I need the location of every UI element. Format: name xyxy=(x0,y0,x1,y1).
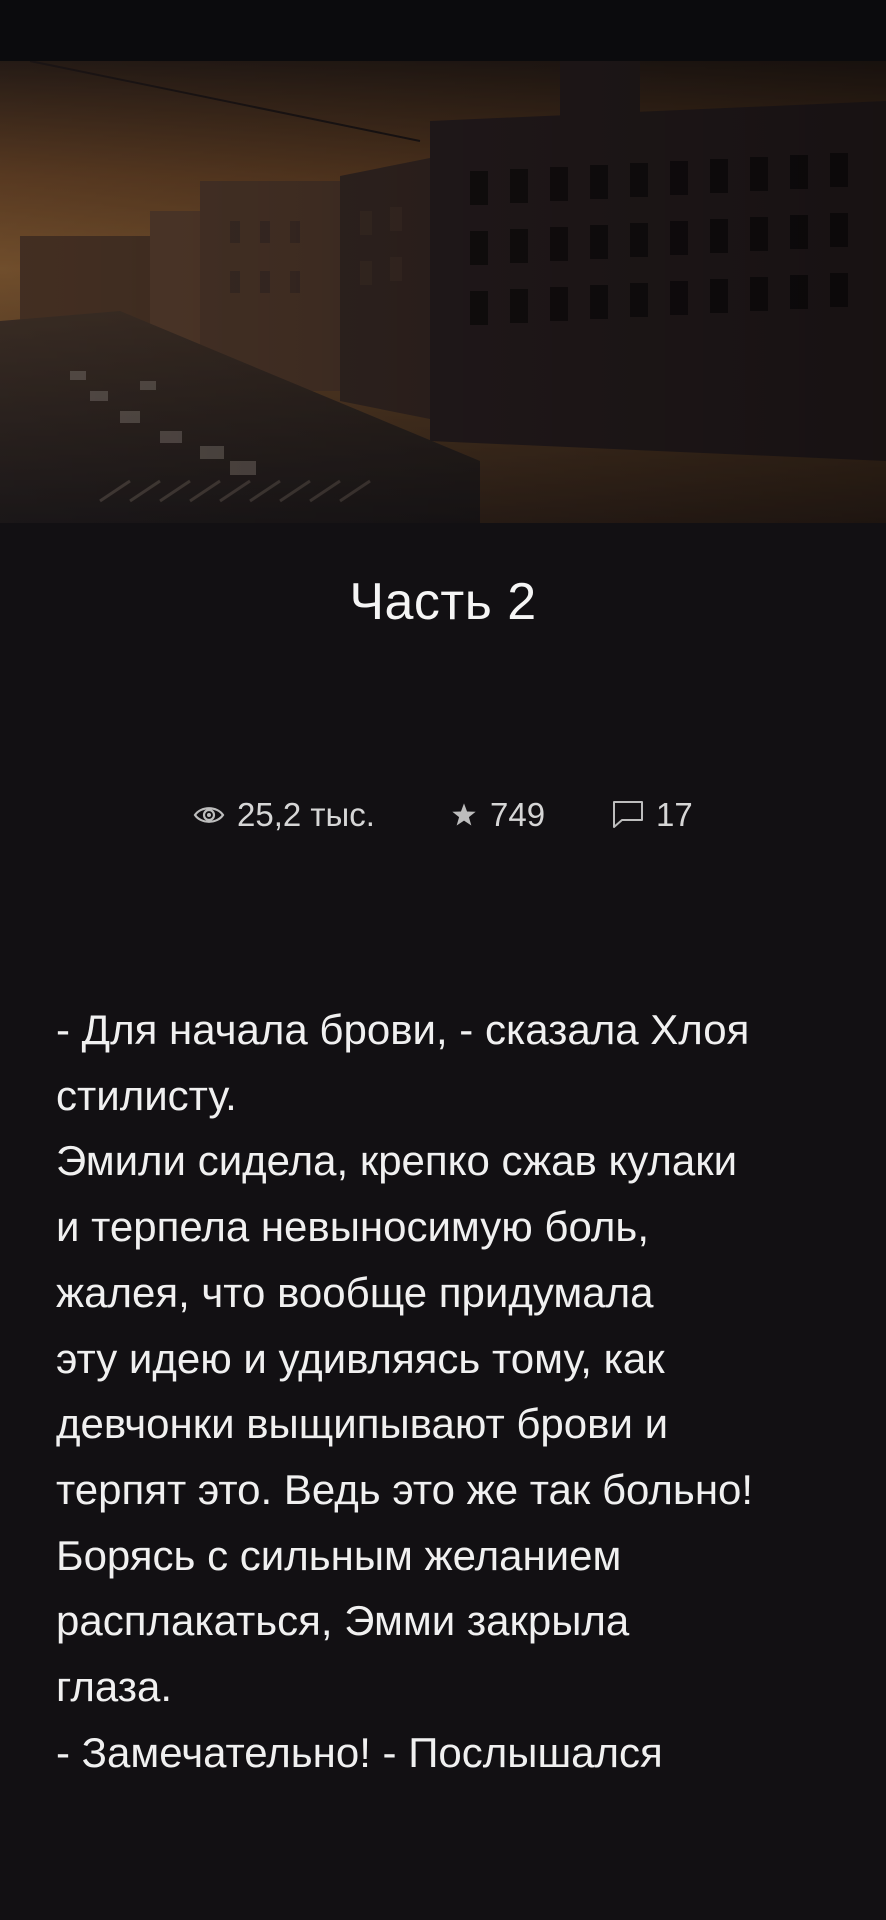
story-text: - Для начала брови, - сказала Хлоя стили… xyxy=(56,997,846,1785)
votes-count: 749 xyxy=(490,796,546,833)
views-count: 25,2 тыс. xyxy=(237,796,375,833)
story-line: - Замечательно! - Послышался xyxy=(56,1728,663,1776)
eye-icon xyxy=(193,807,225,823)
story-line: Эмили сидела, крепко сжав кулаки xyxy=(56,1137,738,1185)
story-line: стилисту. xyxy=(56,1071,237,1119)
comments-stat: 17 xyxy=(612,790,693,840)
votes-stat: 749 xyxy=(450,790,545,840)
chapter-title: Часть 2 xyxy=(349,573,537,631)
story-line: глаза. xyxy=(56,1663,173,1711)
star-icon xyxy=(452,803,476,826)
chapter-stats: 25,2 тыс. 749 17 xyxy=(0,790,886,840)
story-line: жалея, что вообще придумала xyxy=(56,1268,654,1316)
comment-icon xyxy=(613,801,643,828)
story-line: терпят это. Ведь это же так больно! xyxy=(56,1465,754,1513)
status-bar xyxy=(0,0,886,61)
cover-image xyxy=(0,61,886,523)
story-line: эту идею и удивляясь тому, как xyxy=(56,1334,665,1382)
views-stat: 25,2 тыс. xyxy=(193,790,375,840)
story-line: и терпела невыносимую боль, xyxy=(56,1203,649,1251)
story-line: расплакаться, Эмми закрыла xyxy=(56,1597,630,1645)
story-line: - Для начала брови, - сказала Хлоя xyxy=(56,1006,750,1053)
story-line: девчонки выщипывают брови и xyxy=(56,1400,669,1448)
comments-count: 17 xyxy=(656,796,693,833)
story-line: Борясь с сильным желанием xyxy=(56,1531,622,1579)
